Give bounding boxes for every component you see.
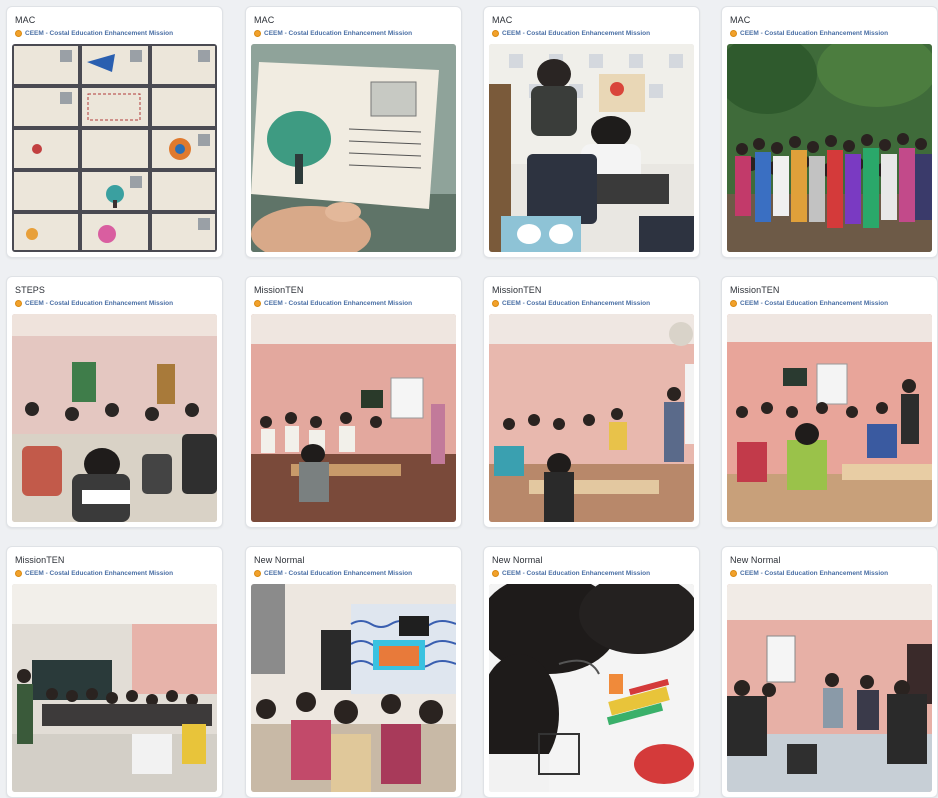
org-logo-icon <box>492 29 499 37</box>
children-drawing-photo <box>489 44 694 252</box>
org-row: CEEM - Costal Education Enhancement Miss… <box>730 568 888 578</box>
org-row: CEEM - Costal Education Enhancement Miss… <box>492 298 650 308</box>
org-row: CEEM - Costal Education Enhancement Miss… <box>730 28 888 38</box>
org-row: CEEM - Costal Education Enhancement Miss… <box>15 298 173 308</box>
exam-hall-photo <box>12 314 217 522</box>
card-title: MAC <box>492 15 513 25</box>
card-title: MissionTEN <box>730 285 780 295</box>
group-outdoors-photo <box>727 44 932 252</box>
card-title: STEPS <box>15 285 46 295</box>
card-title: MAC <box>730 15 751 25</box>
org-name: CEEM - Costal Education Enhancement Miss… <box>502 299 651 307</box>
org-logo-icon <box>492 299 499 307</box>
classroom-photo <box>251 314 456 522</box>
tv-class-photo <box>251 584 456 792</box>
org-row: CEEM - Costal Education Enhancement Miss… <box>254 28 412 38</box>
org-name: CEEM - Costal Education Enhancement Miss… <box>502 29 651 37</box>
meeting-room-photo <box>727 584 932 792</box>
card-title: MissionTEN <box>254 285 304 295</box>
org-row: CEEM - Costal Education Enhancement Miss… <box>254 298 412 308</box>
project-card[interactable]: New Normal CEEM - Costal Education Enhan… <box>245 546 462 798</box>
org-name: CEEM - Costal Education Enhancement Miss… <box>740 569 889 577</box>
org-logo-icon <box>15 29 22 37</box>
project-card[interactable]: MissionTEN CEEM - Costal Education Enhan… <box>721 276 938 528</box>
project-card[interactable]: MissionTEN CEEM - Costal Education Enhan… <box>245 276 462 528</box>
org-name: CEEM - Costal Education Enhancement Miss… <box>740 29 889 37</box>
project-card[interactable]: MissionTEN CEEM - Costal Education Enhan… <box>483 276 700 528</box>
org-name: CEEM - Costal Education Enhancement Miss… <box>25 299 174 307</box>
project-card[interactable]: MAC CEEM - Costal Education Enhancement … <box>245 6 462 258</box>
project-card[interactable]: STEPS CEEM - Costal Education Enhancemen… <box>6 276 223 528</box>
org-row: CEEM - Costal Education Enhancement Miss… <box>254 568 412 578</box>
org-name: CEEM - Costal Education Enhancement Miss… <box>740 299 889 307</box>
org-name: CEEM - Costal Education Enhancement Miss… <box>264 29 413 37</box>
org-name: CEEM - Costal Education Enhancement Miss… <box>25 569 174 577</box>
project-card[interactable]: MAC CEEM - Costal Education Enhancement … <box>6 6 223 258</box>
project-card[interactable]: MAC CEEM - Costal Education Enhancement … <box>721 6 938 258</box>
project-card[interactable]: MAC CEEM - Costal Education Enhancement … <box>483 6 700 258</box>
drawing-table-photo <box>489 584 694 792</box>
postcards-grid-photo <box>12 44 217 252</box>
org-name: CEEM - Costal Education Enhancement Miss… <box>25 29 174 37</box>
org-logo-icon <box>730 29 737 37</box>
card-title: New Normal <box>730 555 781 565</box>
org-logo-icon <box>730 569 737 577</box>
classroom-photo <box>727 314 932 522</box>
classroom-photo <box>489 314 694 522</box>
org-logo-icon <box>730 299 737 307</box>
card-title: MAC <box>254 15 275 25</box>
card-title: MissionTEN <box>492 285 542 295</box>
project-card[interactable]: MissionTEN CEEM - Costal Education Enhan… <box>6 546 223 798</box>
org-logo-icon <box>254 29 261 37</box>
org-logo-icon <box>254 299 261 307</box>
card-title: New Normal <box>492 555 543 565</box>
org-logo-icon <box>254 569 261 577</box>
project-card[interactable]: New Normal CEEM - Costal Education Enhan… <box>721 546 938 798</box>
classroom-photo <box>12 584 217 792</box>
card-title: New Normal <box>254 555 305 565</box>
card-title: MissionTEN <box>15 555 65 565</box>
card-title: MAC <box>15 15 36 25</box>
org-name: CEEM - Costal Education Enhancement Miss… <box>264 299 413 307</box>
org-logo-icon <box>492 569 499 577</box>
org-logo-icon <box>15 299 22 307</box>
postcard-in-hand-photo <box>251 44 456 252</box>
org-row: CEEM - Costal Education Enhancement Miss… <box>15 28 173 38</box>
org-logo-icon <box>15 569 22 577</box>
project-card[interactable]: New Normal CEEM - Costal Education Enhan… <box>483 546 700 798</box>
org-row: CEEM - Costal Education Enhancement Miss… <box>730 298 888 308</box>
org-name: CEEM - Costal Education Enhancement Miss… <box>502 569 651 577</box>
org-name: CEEM - Costal Education Enhancement Miss… <box>264 569 413 577</box>
project-grid: MAC CEEM - Costal Education Enhancement … <box>0 0 938 798</box>
org-row: CEEM - Costal Education Enhancement Miss… <box>15 568 173 578</box>
org-row: CEEM - Costal Education Enhancement Miss… <box>492 28 650 38</box>
org-row: CEEM - Costal Education Enhancement Miss… <box>492 568 650 578</box>
